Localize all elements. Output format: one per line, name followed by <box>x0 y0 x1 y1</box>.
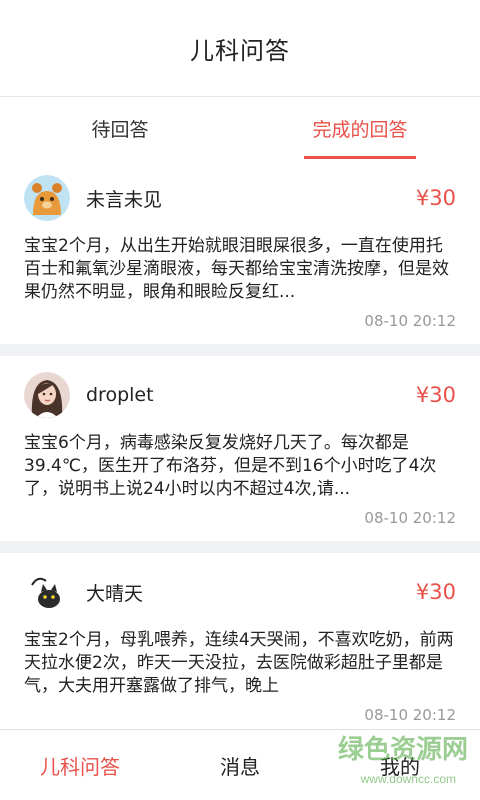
username: 未言未见 <box>86 188 163 211</box>
woman-avatar <box>24 372 70 418</box>
username: 大晴天 <box>86 582 144 605</box>
question-time: 08-10 20:12 <box>364 312 456 330</box>
card-divider <box>0 541 480 553</box>
question-text: 宝宝2个月，母乳喂养，连续4天哭闹，不喜欢吃奶，前两天拉水便2次，昨天一天没拉，… <box>24 630 454 696</box>
card-divider <box>0 344 480 356</box>
question-card[interactable]: 大晴天 ¥30 宝宝2个月，母乳喂养，连续4天哭闹，不喜欢吃奶，前两天拉水便2次… <box>0 553 480 730</box>
question-time: 08-10 20:12 <box>364 509 456 527</box>
question-time: 08-10 20:12 <box>364 706 456 724</box>
nav-messages[interactable]: 消息 <box>160 730 320 800</box>
page-title: 儿科问答 <box>190 36 290 65</box>
tab-completed[interactable]: 完成的回答 <box>240 97 480 160</box>
nav-messages-label: 消息 <box>220 754 260 779</box>
question-list[interactable]: 未言未见 ¥30 宝宝2个月，从出生开始就眼泪眼屎很多，一直在使用托百士和氟氧沙… <box>0 159 480 730</box>
nav-pediatric-qa[interactable]: 儿科问答 <box>0 730 160 800</box>
question-text: 宝宝2个月，从出生开始就眼泪眼屎很多，一直在使用托百士和氟氧沙星滴眼液，每天都给… <box>24 236 449 302</box>
app-header: 儿科问答 <box>0 0 480 97</box>
tab-bar: 待回答 完成的回答 <box>0 97 480 160</box>
cat-avatar <box>24 569 70 615</box>
bear-avatar <box>24 175 70 221</box>
tab-pending[interactable]: 待回答 <box>0 97 240 159</box>
watermark-text: 绿色资源网 <box>337 735 468 765</box>
tab-completed-label: 完成的回答 <box>312 118 408 141</box>
question-card[interactable]: 未言未见 ¥30 宝宝2个月，从出生开始就眼泪眼屎很多，一直在使用托百士和氟氧沙… <box>0 159 480 344</box>
price-label: ¥30 <box>415 383 456 407</box>
question-text: 宝宝6个月，病毒感染反复发烧好几天了。每次都是39.4℃，医生开了布洛芬，但是不… <box>24 433 437 499</box>
nav-pediatric-qa-label: 儿科问答 <box>40 754 120 779</box>
price-label: ¥30 <box>415 580 456 604</box>
question-card[interactable]: droplet ¥30 宝宝6个月，病毒感染反复发烧好几天了。每次都是39.4℃… <box>0 356 480 541</box>
tab-pending-label: 待回答 <box>91 118 149 141</box>
price-label: ¥30 <box>415 186 456 210</box>
username: droplet <box>86 384 154 406</box>
watermark-url: www.downcc.com <box>360 772 456 786</box>
